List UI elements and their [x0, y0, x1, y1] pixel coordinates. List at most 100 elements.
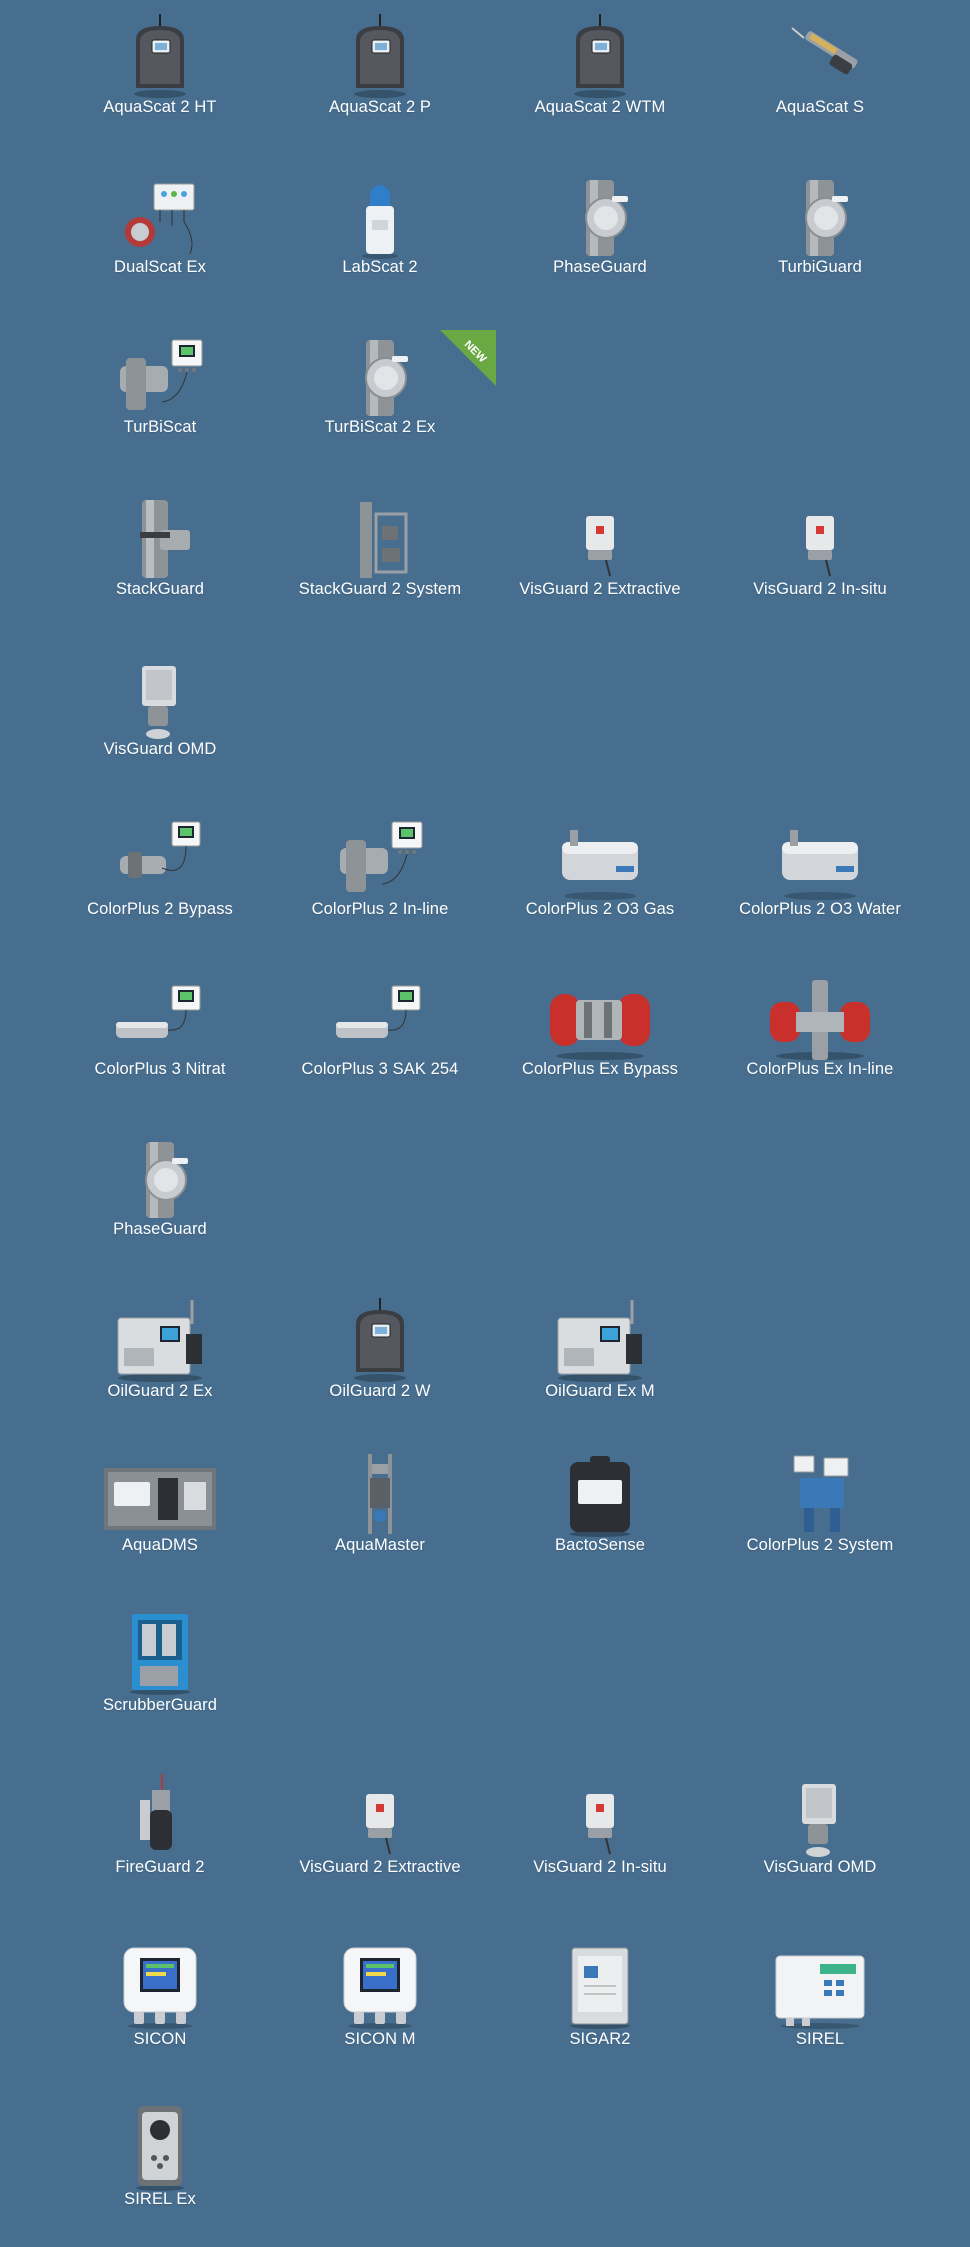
product-tile[interactable]: VisGuard 2 In-situ [490, 1770, 710, 1910]
visguard-housing-icon [760, 492, 880, 582]
ex-photometer-inline-icon [760, 972, 880, 1062]
sirel-ex-icon [100, 2102, 220, 2192]
product-label: SICON M [344, 2030, 416, 2048]
product-label: BactoSense [555, 1536, 645, 1554]
product-label: AquaMaster [335, 1536, 425, 1554]
product-label: StackGuard [115, 580, 205, 598]
product-tile[interactable]: AquaScat 2 P [270, 10, 490, 150]
product-label: TurBiScat 2 Ex [324, 418, 436, 436]
inline-sensor-icon [760, 170, 880, 260]
aquascat-analyzer-icon [320, 10, 440, 100]
product-tile[interactable]: VisGuard OMD [710, 1770, 930, 1910]
inline-sensor-icon [320, 330, 440, 420]
inline-sensor-with-controller-icon [320, 812, 440, 902]
product-tile[interactable]: ColorPlus Ex Bypass [490, 972, 710, 1112]
colorplus-system-icon [760, 1448, 880, 1538]
product-label: VisGuard OMD [103, 740, 217, 758]
probe-with-controller-icon [320, 972, 440, 1062]
product-label: TurBiScat [123, 418, 197, 436]
product-label: PhaseGuard [553, 258, 647, 276]
panel-system-icon [100, 1448, 220, 1538]
product-tile[interactable]: ColorPlus 2 Bypass [50, 812, 270, 952]
product-tile[interactable]: StackGuard 2 System [270, 492, 490, 632]
product-tile[interactable]: SIREL Ex [50, 2102, 270, 2242]
product-tile[interactable]: AquaScat 2 WTM [490, 10, 710, 150]
visguard-housing-icon [540, 492, 660, 582]
product-tile[interactable]: OilGuard 2 Ex [50, 1294, 270, 1434]
sensor-with-controller-icon [100, 812, 220, 902]
aquamaster-rig-icon [320, 1448, 440, 1538]
product-tile[interactable]: ColorPlus 2 O3 Gas [490, 812, 710, 952]
product-tile[interactable]: DualScat Ex [50, 170, 270, 310]
sirel-box-icon [760, 1942, 880, 2032]
product-tile[interactable]: AquaDMS [50, 1448, 270, 1588]
product-label: ColorPlus 2 In-line [311, 900, 449, 918]
product-tile[interactable]: BactoSense [490, 1448, 710, 1588]
product-tile[interactable]: ColorPlus 3 SAK 254 [270, 972, 490, 1112]
product-tile[interactable]: AquaMaster [270, 1448, 490, 1588]
product-label: ColorPlus Ex In-line [746, 1060, 894, 1078]
product-label: SIREL Ex [124, 2190, 196, 2208]
product-label: ColorPlus 2 System [746, 1536, 894, 1554]
product-tile[interactable]: OilGuard Ex M [490, 1294, 710, 1434]
scrubber-cabinet-icon [100, 1608, 220, 1698]
aquascat-analyzer-icon [100, 10, 220, 100]
product-tile[interactable]: LabScat 2 [270, 170, 490, 310]
ex-photometer-icon [540, 972, 660, 1062]
product-label: ColorPlus 2 O3 Water [739, 900, 901, 918]
product-tile[interactable]: VisGuard 2 Extractive [490, 492, 710, 632]
product-tile[interactable]: PhaseGuard [50, 1132, 270, 1272]
product-label: SIREL [795, 2030, 845, 2048]
cabinet-analyzer-icon [540, 1294, 660, 1384]
product-tile[interactable]: PhaseGuard [490, 170, 710, 310]
product-label: AquaScat 2 WTM [534, 98, 666, 116]
product-tile[interactable]: SIREL [710, 1942, 930, 2082]
product-label: AquaDMS [122, 1536, 198, 1554]
product-label: AquaScat 2 P [328, 98, 432, 116]
product-tile[interactable]: VisGuard 2 In-situ [710, 492, 930, 632]
product-tile[interactable]: ColorPlus 2 In-line [270, 812, 490, 952]
product-tile[interactable]: ScrubberGuard [50, 1608, 270, 1748]
product-label: SIGAR2 [569, 2030, 631, 2048]
product-tile[interactable]: ColorPlus Ex In-line [710, 972, 930, 1112]
product-tile[interactable]: VisGuard OMD [50, 652, 270, 792]
product-tile[interactable]: SICON [50, 1942, 270, 2082]
product-tile[interactable]: TurbiGuard [710, 170, 930, 310]
product-label: OilGuard Ex M [545, 1382, 655, 1400]
product-tile[interactable]: NEW TurBiScat 2 Ex [270, 330, 496, 470]
inline-sensor-with-controller-icon [100, 330, 220, 420]
product-tile[interactable]: OilGuard 2 W [270, 1294, 490, 1434]
product-tile[interactable]: AquaScat 2 HT [50, 10, 270, 150]
product-label: ScrubberGuard [102, 1696, 218, 1714]
product-label: ColorPlus Ex Bypass [522, 1060, 678, 1078]
visguard-omd-icon [760, 1770, 880, 1860]
product-label: TurbiGuard [778, 258, 862, 276]
product-tile[interactable]: ColorPlus 2 O3 Water [710, 812, 930, 952]
product-label: ColorPlus 3 Nitrat [94, 1060, 226, 1078]
product-tile[interactable]: SICON M [270, 1942, 490, 2082]
product-label: DualScat Ex [114, 258, 206, 276]
product-label: FireGuard 2 [115, 1858, 205, 1876]
product-tile[interactable]: ColorPlus 2 System [710, 1448, 930, 1588]
probe-sensor-icon [760, 10, 880, 100]
product-tile[interactable]: SIGAR2 [490, 1942, 710, 2082]
product-label: VisGuard 2 Extractive [519, 580, 681, 598]
inline-sensor-icon [100, 1132, 220, 1222]
probe-with-controller-icon [100, 972, 220, 1062]
product-tile[interactable]: AquaScat S [710, 10, 930, 150]
tee-fitting-icon [100, 492, 220, 582]
aquascat-analyzer-icon [540, 10, 660, 100]
stack-system-icon [320, 492, 440, 582]
product-tile[interactable]: FireGuard 2 [50, 1770, 270, 1910]
product-label: ColorPlus 3 SAK 254 [301, 1060, 459, 1078]
product-tile[interactable]: StackGuard [50, 492, 270, 632]
product-label: ColorPlus 2 Bypass [87, 900, 233, 918]
product-label: VisGuard 2 In-situ [753, 580, 887, 598]
product-tile[interactable]: VisGuard 2 Extractive [270, 1770, 490, 1910]
product-tile[interactable]: ColorPlus 3 Nitrat [50, 972, 270, 1112]
bactosense-device-icon [540, 1448, 660, 1538]
product-label: VisGuard 2 In-situ [533, 1858, 667, 1876]
product-label: AquaScat 2 HT [103, 98, 217, 116]
sigar-cabinet-icon [540, 1942, 660, 2032]
product-tile[interactable]: TurBiScat [50, 330, 270, 470]
